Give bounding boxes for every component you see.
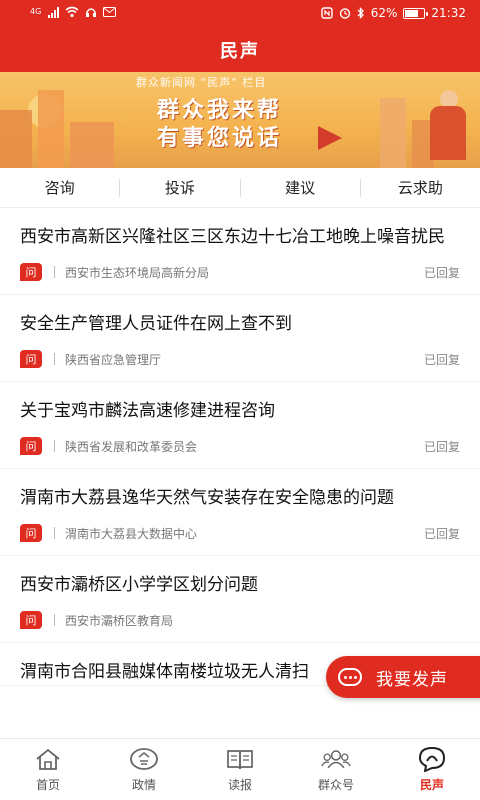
banner-person-illustration bbox=[430, 106, 466, 160]
nav-item-home[interactable]: 首页 bbox=[0, 739, 96, 800]
question-badge: 问 bbox=[20, 350, 42, 368]
megaphone-icon bbox=[318, 126, 342, 150]
nav-item-newspaper[interactable]: 读报 bbox=[192, 739, 288, 800]
status-bar: 4G 62% 21:32 bbox=[0, 0, 480, 28]
battery-percent: 62% bbox=[370, 6, 398, 20]
headset-icon bbox=[85, 6, 97, 18]
item-title: 安全生产管理人员证件在网上查不到 bbox=[20, 314, 292, 334]
meta-divider bbox=[54, 614, 55, 626]
question-badge: 问 bbox=[20, 437, 42, 455]
list-item[interactable]: 关于宝鸡市麟法高速修建进程咨询 问 陕西省发展和改革委员会 已回复 bbox=[0, 382, 480, 469]
meta-divider bbox=[54, 266, 55, 278]
page-title: 民声 bbox=[220, 41, 260, 62]
nav-label: 读报 bbox=[227, 778, 252, 792]
status-right: 62% 21:32 bbox=[321, 6, 466, 20]
question-badge: 问 bbox=[20, 263, 42, 281]
item-department: 陕西省应急管理厅 bbox=[65, 352, 162, 367]
bottom-nav: 首页 政情 读报 群众号 民声 bbox=[0, 738, 480, 800]
item-department: 西安市灞桥区教育局 bbox=[65, 613, 174, 628]
question-badge: 问 bbox=[20, 611, 42, 629]
item-department: 西安市生态环境局高新分局 bbox=[65, 265, 210, 280]
item-department: 渭南市大荔县大数据中心 bbox=[65, 526, 198, 541]
speak-up-button[interactable]: 我要发声 bbox=[326, 656, 480, 698]
reply-status: 已回复 bbox=[423, 266, 460, 280]
banner[interactable]: 群众新闻网 “民声” 栏目 群众我来帮 有事您说话 bbox=[0, 72, 480, 168]
banner-slogan-line2: 有事您说话 bbox=[157, 126, 283, 151]
nav-label: 首页 bbox=[35, 778, 60, 792]
list-item[interactable]: 西安市灞桥区小学学区划分问题 问 西安市灞桥区教育局 bbox=[0, 556, 480, 643]
mail-icon bbox=[103, 7, 117, 17]
battery-icon bbox=[403, 7, 429, 19]
reply-status: 已回复 bbox=[423, 353, 460, 367]
nav-item-people[interactable]: 群众号 bbox=[288, 739, 384, 800]
wifi-icon bbox=[65, 6, 79, 18]
item-meta: 问 陕西省发展和改革委员会 已回复 bbox=[20, 434, 460, 458]
list-item[interactable]: 渭南市大荔县逸华天然气安装存在安全隐患的问题 问 渭南市大荔县大数据中心 已回复 bbox=[0, 469, 480, 556]
alarm-icon bbox=[339, 7, 351, 19]
banner-building bbox=[38, 90, 64, 168]
meta-divider bbox=[54, 353, 55, 365]
network-type: 4G bbox=[30, 7, 42, 16]
chat-bubble-icon bbox=[338, 668, 362, 686]
speak-up-label: 我要发声 bbox=[376, 669, 448, 690]
item-title: 西安市灞桥区小学学区划分问题 bbox=[20, 575, 258, 595]
nav-label: 民声 bbox=[419, 778, 444, 792]
item-department: 陕西省发展和改革委员会 bbox=[65, 439, 198, 454]
meta-divider bbox=[54, 440, 55, 452]
meta-divider bbox=[54, 527, 55, 539]
nav-label: 政情 bbox=[131, 778, 156, 792]
item-title: 渭南市大荔县逸华天然气安装存在安全隐患的问题 bbox=[20, 488, 394, 508]
question-badge: 问 bbox=[20, 524, 42, 542]
tab-cloud-help[interactable]: 云求助 bbox=[361, 177, 480, 198]
newspaper-icon bbox=[225, 746, 255, 772]
banner-subtitle: 群众新闻网 “民声” 栏目 bbox=[136, 76, 267, 89]
item-meta: 问 陕西省应急管理厅 已回复 bbox=[20, 347, 460, 371]
clock: 21:32 bbox=[431, 6, 466, 20]
banner-building bbox=[70, 122, 114, 168]
nav-item-voice[interactable]: 民声 bbox=[384, 739, 480, 800]
tab-suggestion[interactable]: 建议 bbox=[241, 177, 360, 198]
bluetooth-icon bbox=[357, 7, 365, 19]
category-tabs: 咨询 投诉 建议 云求助 bbox=[0, 168, 480, 208]
list-item[interactable]: 安全生产管理人员证件在网上查不到 问 陕西省应急管理厅 已回复 bbox=[0, 295, 480, 382]
nav-item-politics[interactable]: 政情 bbox=[96, 739, 192, 800]
app-header: 民声 bbox=[0, 28, 480, 72]
item-meta: 问 西安市生态环境局高新分局 已回复 bbox=[20, 260, 460, 284]
item-meta: 问 西安市灞桥区教育局 bbox=[20, 608, 460, 632]
tab-complaint[interactable]: 投诉 bbox=[120, 177, 239, 198]
banner-building bbox=[0, 110, 32, 168]
nav-label: 群众号 bbox=[317, 778, 354, 792]
signal-icon bbox=[48, 6, 60, 18]
item-title: 关于宝鸡市麟法高速修建进程咨询 bbox=[20, 401, 275, 421]
politics-icon bbox=[129, 746, 159, 772]
reply-status: 已回复 bbox=[423, 440, 460, 454]
item-meta: 问 渭南市大荔县大数据中心 已回复 bbox=[20, 521, 460, 545]
home-icon bbox=[33, 746, 63, 772]
status-left: 4G bbox=[30, 6, 117, 18]
reply-status: 已回复 bbox=[423, 527, 460, 541]
item-title: 西安市高新区兴隆社区三区东边十七冶工地晚上噪音扰民 bbox=[20, 227, 445, 247]
voice-icon bbox=[417, 746, 447, 772]
people-icon bbox=[321, 746, 351, 772]
nfc-icon bbox=[321, 7, 333, 19]
list-item[interactable]: 西安市高新区兴隆社区三区东边十七冶工地晚上噪音扰民 问 西安市生态环境局高新分局… bbox=[0, 208, 480, 295]
tab-consult[interactable]: 咨询 bbox=[0, 177, 119, 198]
banner-building bbox=[380, 98, 406, 168]
